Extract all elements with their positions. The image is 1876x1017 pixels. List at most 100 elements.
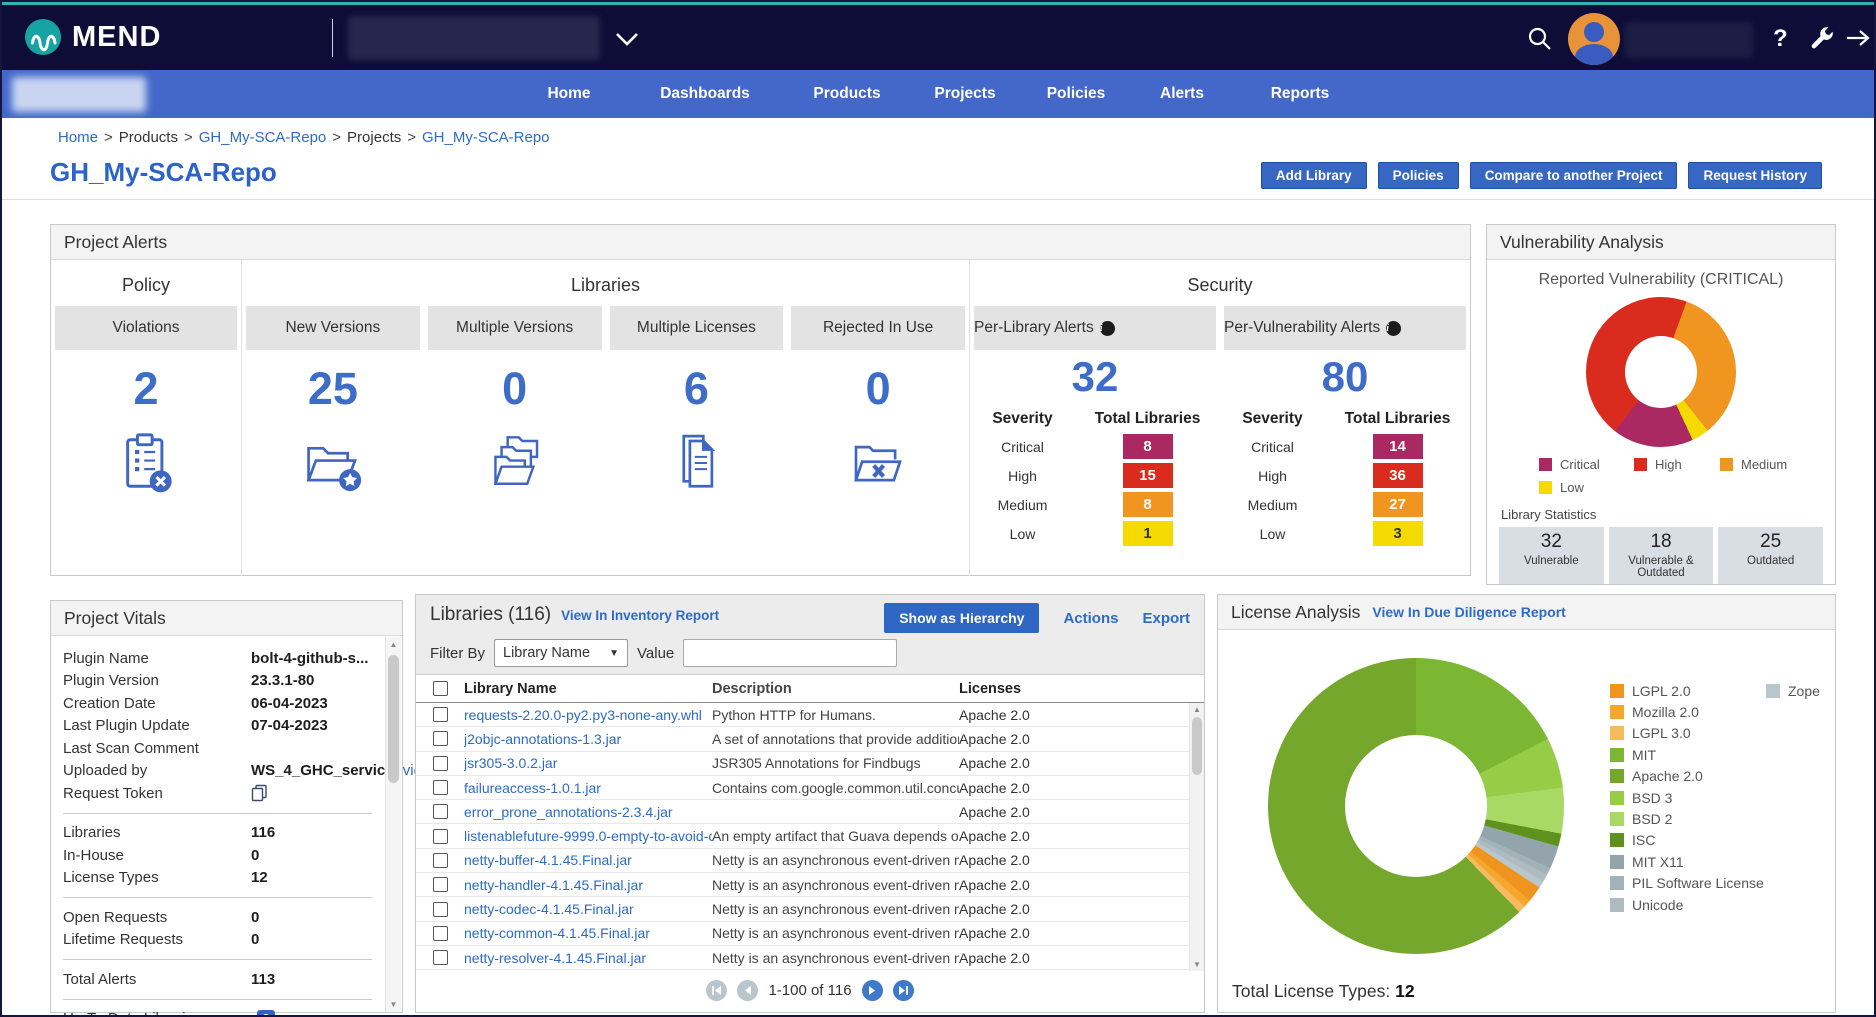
- severity-count-badge[interactable]: 14: [1373, 434, 1423, 459]
- legend-label: Critical: [1560, 457, 1600, 472]
- nav-item-projects[interactable]: Projects: [934, 70, 995, 118]
- scroll-down-icon[interactable]: ▼: [386, 1000, 401, 1009]
- scrollbar-thumb[interactable]: [388, 655, 399, 783]
- scroll-down-icon[interactable]: ▼: [1190, 960, 1204, 969]
- scroll-up-icon[interactable]: ▲: [1190, 705, 1204, 714]
- scrollbar[interactable]: ▲ ▼: [385, 637, 401, 1012]
- export-button[interactable]: Export: [1142, 610, 1190, 627]
- alert-card-violations[interactable]: Violations 2: [51, 306, 241, 501]
- last-page-button[interactable]: [893, 980, 914, 1001]
- library-name-link[interactable]: failureaccess-1.0.1.jar: [464, 780, 601, 796]
- vitals-label: Creation Date: [63, 695, 251, 712]
- library-name-link[interactable]: netty-common-4.1.45.Final.jar: [464, 925, 650, 941]
- severity-count-badge[interactable]: 15: [1123, 463, 1173, 488]
- library-name-link[interactable]: error_prone_annotations-2.3.4.jar: [464, 804, 673, 820]
- nav-item-home[interactable]: Home: [547, 70, 590, 118]
- breadcrumb-item[interactable]: Home: [58, 129, 98, 146]
- library-name-link[interactable]: listenablefuture-9999.0-empty-to-avoid-c…: [464, 828, 712, 844]
- library-license: Apache 2.0: [959, 925, 1204, 941]
- nav-item-policies[interactable]: Policies: [1047, 70, 1106, 118]
- row-checkbox[interactable]: [433, 902, 448, 917]
- help-icon[interactable]: ?: [1773, 25, 1788, 53]
- severity-count-badge[interactable]: 1: [1123, 521, 1173, 546]
- scrollbar[interactable]: ▲ ▼: [1189, 703, 1204, 971]
- severity-count-badge[interactable]: 36: [1373, 463, 1423, 488]
- library-stat-box[interactable]: 25Outdated: [1718, 527, 1823, 584]
- policies-button[interactable]: Policies: [1378, 162, 1459, 189]
- nav-item-products[interactable]: Products: [813, 70, 880, 118]
- search-icon[interactable]: [1526, 25, 1554, 53]
- row-checkbox[interactable]: [433, 804, 448, 819]
- alert-card-multiple-versions[interactable]: Multiple Versions 0: [424, 306, 606, 501]
- nav-item-dashboards[interactable]: Dashboards: [660, 70, 750, 118]
- table-row: requests-2.20.0-py2.py3-none-any.whlPyth…: [416, 703, 1204, 727]
- library-name-link[interactable]: netty-codec-4.1.45.Final.jar: [464, 901, 634, 917]
- nav-item-alerts[interactable]: Alerts: [1160, 70, 1204, 118]
- copy-icon[interactable]: [251, 784, 268, 802]
- view-in-inventory-report-link[interactable]: View In Inventory Report: [561, 608, 719, 623]
- row-checkbox[interactable]: [433, 707, 448, 722]
- severity-count-badge[interactable]: 27: [1373, 492, 1423, 517]
- logout-arrow-icon[interactable]: [1844, 28, 1872, 48]
- row-checkbox[interactable]: [433, 731, 448, 746]
- row-checkbox[interactable]: [433, 780, 448, 795]
- compare-to-another-project-button[interactable]: Compare to another Project: [1470, 162, 1678, 189]
- nav-item-reports[interactable]: Reports: [1271, 70, 1330, 118]
- row-checkbox[interactable]: [433, 926, 448, 941]
- severity-count-badge[interactable]: 8: [1123, 434, 1173, 459]
- alert-card-rejected-in-use[interactable]: Rejected In Use 0: [787, 306, 969, 501]
- breadcrumb-separator: >: [407, 129, 416, 146]
- scrollbar-thumb[interactable]: [1192, 717, 1202, 775]
- library-name-link[interactable]: j2objc-annotations-1.3.jar: [464, 731, 621, 747]
- column-header-library-name[interactable]: Library Name: [464, 681, 712, 697]
- org-selector-redacted[interactable]: [348, 16, 600, 60]
- row-checkbox[interactable]: [433, 829, 448, 844]
- library-name-link[interactable]: jsr305-3.0.2.jar: [464, 755, 557, 771]
- add-library-button[interactable]: Add Library: [1261, 162, 1367, 189]
- severity-count-badge[interactable]: 8: [1123, 492, 1173, 517]
- breadcrumb-item[interactable]: GH_My-SCA-Repo: [422, 129, 550, 146]
- show-as-hierarchy-button[interactable]: Show as Hierarchy: [884, 603, 1039, 633]
- severity-count-badge[interactable]: 3: [1373, 521, 1423, 546]
- filter-field-select[interactable]: Library Name▼: [494, 639, 628, 667]
- row-checkbox[interactable]: [433, 853, 448, 868]
- avatar[interactable]: [1568, 13, 1620, 65]
- first-page-button[interactable]: [706, 980, 727, 1001]
- chevron-down-icon[interactable]: [614, 31, 640, 47]
- severity-label: Critical: [1251, 439, 1294, 455]
- library-name-link[interactable]: requests-2.20.0-py2.py3-none-any.whl: [464, 707, 702, 723]
- scroll-up-icon[interactable]: ▲: [386, 640, 401, 649]
- breadcrumb-item[interactable]: GH_My-SCA-Repo: [199, 129, 327, 146]
- library-stat-box[interactable]: 32Vulnerable: [1499, 527, 1604, 584]
- column-header-licenses[interactable]: Licenses: [959, 681, 1204, 697]
- mend-logo[interactable]: MEND: [24, 18, 161, 56]
- page-title: GH_My-SCA-Repo: [50, 157, 277, 188]
- filter-value-input[interactable]: [683, 639, 897, 667]
- request-history-button[interactable]: Request History: [1688, 162, 1822, 189]
- library-stat-box[interactable]: 18Vulnerable & Outdated: [1609, 527, 1714, 584]
- select-all-checkbox[interactable]: [433, 681, 448, 696]
- next-page-button[interactable]: [862, 980, 883, 1001]
- row-checkbox[interactable]: [433, 756, 448, 771]
- actions-menu[interactable]: Actions: [1063, 610, 1118, 627]
- library-license: Apache 2.0: [959, 755, 1204, 771]
- legend-label: High: [1655, 457, 1682, 472]
- view-in-due-diligence-report-link[interactable]: View In Due Diligence Report: [1372, 604, 1565, 620]
- alert-card-new-versions[interactable]: New Versions 25: [242, 306, 424, 501]
- admin-wrench-icon[interactable]: [1808, 26, 1834, 52]
- info-icon[interactable]: i: [1386, 321, 1401, 336]
- legend-swatch: [1610, 898, 1624, 912]
- row-checkbox[interactable]: [433, 950, 448, 965]
- library-name-link[interactable]: netty-handler-4.1.45.Final.jar: [464, 877, 643, 893]
- help-icon[interactable]: ?: [257, 1010, 275, 1017]
- info-icon[interactable]: i: [1100, 321, 1115, 336]
- library-name-link[interactable]: netty-buffer-4.1.45.Final.jar: [464, 852, 632, 868]
- library-description: Contains com.google.common.util.concurr.…: [712, 780, 959, 796]
- alert-card-multiple-licenses[interactable]: Multiple Licenses 6: [606, 306, 788, 501]
- column-header-description[interactable]: Description: [712, 681, 959, 697]
- stat-value: 25: [1720, 531, 1821, 553]
- library-name-link[interactable]: netty-resolver-4.1.45.Final.jar: [464, 950, 646, 966]
- previous-page-button[interactable]: [737, 980, 758, 1001]
- vitals-label: Uploaded by: [63, 762, 251, 779]
- row-checkbox[interactable]: [433, 877, 448, 892]
